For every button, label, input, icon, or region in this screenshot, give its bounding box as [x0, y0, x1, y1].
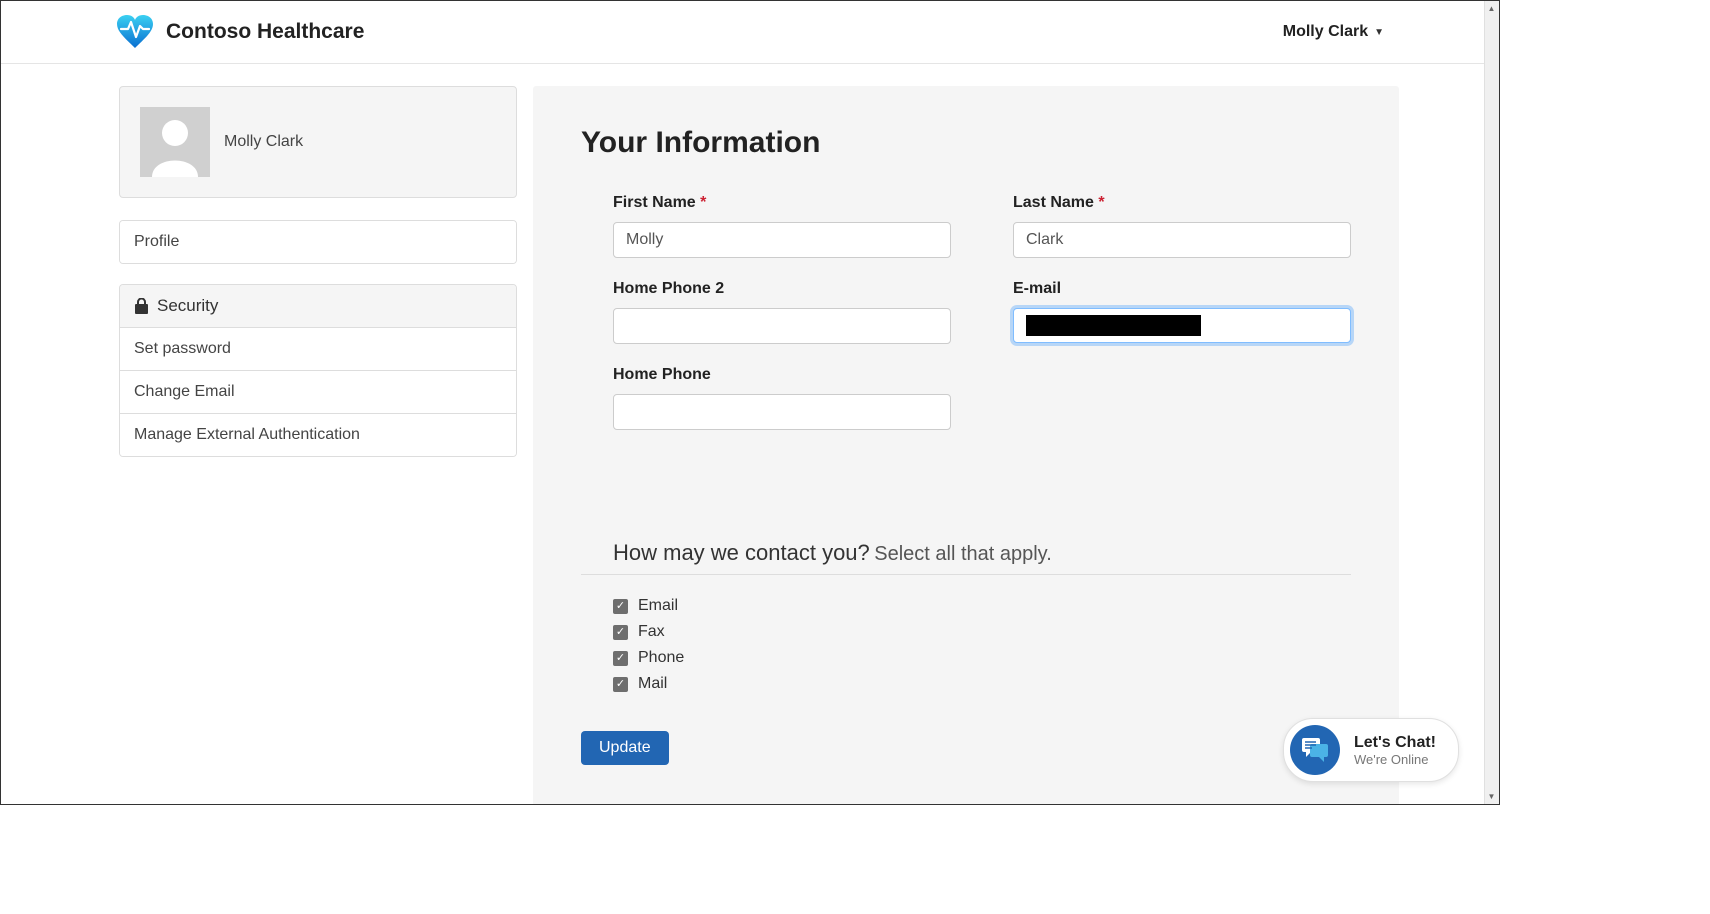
page-title: Your Information: [581, 126, 1351, 160]
brand[interactable]: Contoso Healthcare: [116, 15, 364, 49]
checkbox-label: Mail: [638, 675, 667, 693]
brand-name: Contoso Healthcare: [166, 20, 364, 44]
user-menu[interactable]: Molly Clark ▼: [1283, 23, 1384, 41]
email-input[interactable]: [1013, 308, 1351, 343]
nav-list-profile: Profile: [119, 220, 517, 264]
check-row-phone[interactable]: ✓ Phone: [613, 649, 1351, 667]
update-button[interactable]: Update: [581, 731, 669, 765]
caret-down-icon: ▼: [1374, 27, 1384, 38]
checkbox-mail[interactable]: ✓: [613, 677, 628, 692]
contact-checklist: ✓ Email ✓ Fax ✓ Phone ✓ Mail: [581, 597, 1351, 693]
first-name-input[interactable]: [613, 222, 951, 258]
chat-widget[interactable]: Let's Chat! We're Online: [1283, 718, 1459, 782]
check-row-mail[interactable]: ✓ Mail: [613, 675, 1351, 693]
check-row-email[interactable]: ✓ Email: [613, 597, 1351, 615]
label-email: E-mail: [1013, 280, 1351, 298]
nav-item-change-email[interactable]: Change Email: [120, 370, 516, 413]
nav-item-set-password[interactable]: Set password: [120, 327, 516, 370]
checkbox-label: Email: [638, 597, 678, 615]
email-redacted-value: [1026, 315, 1201, 336]
nav-header-security-label: Security: [157, 296, 218, 316]
main-panel: Your Information First Name * Last Name …: [533, 86, 1399, 805]
scrollbar[interactable]: ▲ ▼: [1484, 1, 1499, 804]
chat-text: Let's Chat! We're Online: [1354, 733, 1436, 768]
user-menu-name: Molly Clark: [1283, 23, 1368, 41]
chat-title: Let's Chat!: [1354, 733, 1436, 752]
check-row-fax[interactable]: ✓ Fax: [613, 623, 1351, 641]
heart-logo-icon: [116, 15, 154, 49]
label-first-name: First Name *: [613, 194, 951, 212]
chat-status: We're Online: [1354, 752, 1436, 768]
nav-item-profile[interactable]: Profile: [120, 221, 516, 263]
scroll-up-icon[interactable]: ▲: [1484, 1, 1499, 16]
chat-icon: [1290, 725, 1340, 775]
sidebar: Molly Clark Profile Security Set passwor…: [119, 86, 517, 805]
label-last-name: Last Name *: [1013, 194, 1351, 212]
scroll-down-icon[interactable]: ▼: [1484, 789, 1499, 804]
user-card: Molly Clark: [119, 86, 517, 198]
checkbox-label: Fax: [638, 623, 665, 641]
nav-item-external-auth[interactable]: Manage External Authentication: [120, 413, 516, 456]
nav-list-security: Security Set password Change Email Manag…: [119, 284, 517, 457]
home-phone-input[interactable]: [613, 394, 951, 430]
checkbox-fax[interactable]: ✓: [613, 625, 628, 640]
label-home-phone-2: Home Phone 2: [613, 280, 951, 298]
header-nav: Contoso Healthcare Molly Clark ▼: [1, 1, 1499, 64]
avatar: [140, 107, 210, 177]
nav-header-security: Security: [120, 285, 516, 327]
checkbox-phone[interactable]: ✓: [613, 651, 628, 666]
last-name-input[interactable]: [1013, 222, 1351, 258]
checkbox-label: Phone: [638, 649, 684, 667]
home-phone-2-input[interactable]: [613, 308, 951, 344]
label-home-phone: Home Phone: [613, 366, 951, 384]
lock-icon: [134, 298, 149, 314]
contact-section-heading: How may we contact you? Select all that …: [581, 540, 1351, 575]
checkbox-email[interactable]: ✓: [613, 599, 628, 614]
user-card-name: Molly Clark: [224, 133, 303, 151]
